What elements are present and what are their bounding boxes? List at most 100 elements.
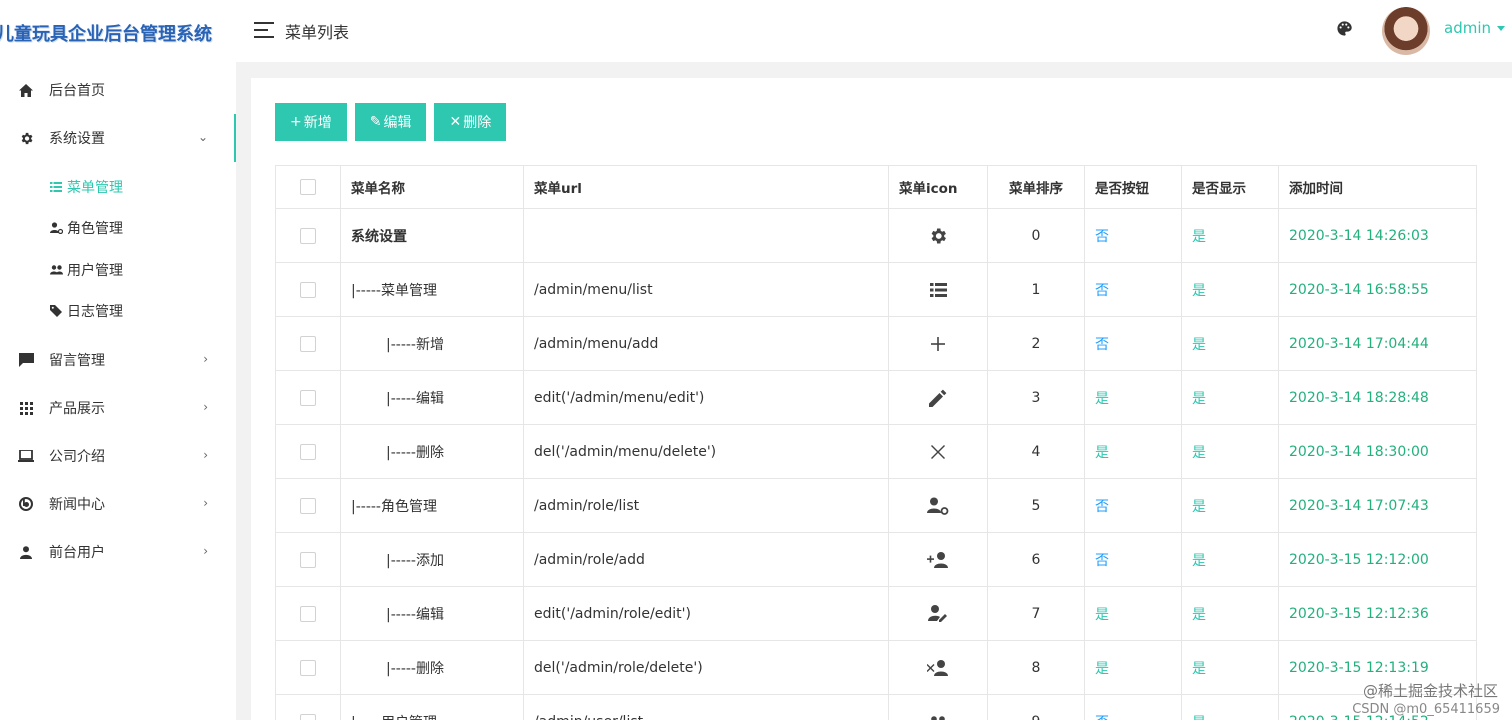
menu-order: 3	[987, 370, 1085, 425]
table-row[interactable]: |-----删除 del('/admin/menu/delete') 4 是是 2020…	[275, 424, 1477, 479]
menu-url: edit('/admin/role/edit')	[523, 586, 889, 641]
delete-button[interactable]: ✕ 删除	[434, 103, 507, 141]
created-time: 2020-3-15 12:12:36	[1278, 586, 1477, 641]
sidebar-item-label: 用户管理	[67, 262, 123, 279]
sidebar-item-products[interactable]: 产品展示 ›	[0, 384, 236, 432]
table-row[interactable]: |-----新增/admin/menu/add 2 否是 2020-3-14 17:0…	[275, 316, 1477, 371]
tag-icon	[50, 305, 63, 318]
row-checkbox[interactable]	[300, 713, 316, 720]
sidebar-item-messages[interactable]: 留言管理 ›	[0, 336, 236, 384]
gear-icon	[928, 228, 948, 244]
menu-toggle-icon[interactable]	[254, 22, 274, 38]
is-button: 否	[1084, 694, 1182, 720]
menu-order: 8	[987, 640, 1085, 695]
is-visible: 是	[1181, 640, 1279, 695]
is-visible: 是	[1181, 478, 1279, 533]
row-checkbox[interactable]	[300, 281, 316, 298]
row-checkbox[interactable]	[300, 497, 316, 514]
created-time: 2020-3-14 18:30:00	[1278, 424, 1477, 479]
sidebar-item-news[interactable]: 新闻中心 ›	[0, 480, 236, 528]
table-row[interactable]: |-----用户管理/admin/user/list9否是2020-3-15 1…	[275, 694, 1477, 720]
menu-url: /admin/menu/add	[523, 316, 889, 371]
app-logo-title[interactable]: 儿童玩具企业后台管理系统	[0, 0, 236, 66]
row-checkbox-cell	[275, 424, 341, 479]
beats-icon	[18, 496, 34, 512]
menu-icon-cell	[888, 694, 988, 720]
menu-icon-cell	[888, 262, 988, 317]
table-row[interactable]: |-----删除 del('/admin/role/delete') 8 是是 2020…	[275, 640, 1477, 695]
menu-icon-cell	[888, 640, 988, 695]
row-checkbox[interactable]	[300, 551, 316, 568]
toolbar: + 新增 ✎ 编辑 ✕ 删除	[275, 103, 507, 141]
list-icon	[929, 282, 947, 298]
menu-order: 5	[987, 478, 1085, 533]
menu-order: 2	[987, 316, 1085, 371]
created-time: 2020-3-14 14:26:03	[1278, 208, 1477, 263]
row-checkbox[interactable]	[300, 443, 316, 460]
add-button[interactable]: + 新增	[275, 103, 347, 141]
home-icon	[18, 82, 34, 98]
row-checkbox[interactable]	[300, 659, 316, 676]
menu-name: |-----新增	[340, 316, 524, 371]
chevron-right-icon: ›	[203, 544, 208, 558]
chevron-right-icon: ›	[203, 448, 208, 462]
menu-order: 4	[987, 424, 1085, 479]
table-row[interactable]: |-----编辑 edit('/admin/role/edit') 7 是是 2020-…	[275, 586, 1477, 641]
row-checkbox-cell	[275, 532, 341, 587]
is-visible: 是	[1181, 370, 1279, 425]
chevron-down-icon: ⌄	[197, 130, 208, 144]
table-row[interactable]: |-----添加/admin/role/add 6 否是 2020-3-15 12:1…	[275, 532, 1477, 587]
edit-button[interactable]: ✎ 编辑	[354, 103, 427, 141]
menu-url: /admin/role/list	[523, 478, 889, 533]
menu-url: del('/admin/menu/delete')	[523, 424, 889, 479]
palette-icon[interactable]	[1336, 20, 1353, 41]
column-header: 菜单排序	[987, 165, 1085, 209]
menu-order: 1	[987, 262, 1085, 317]
table-row[interactable]: |-----编辑 edit('/admin/menu/edit') 3 是是 2020-…	[275, 370, 1477, 425]
caret-down-icon	[1497, 26, 1505, 31]
menu-name: |-----删除	[340, 640, 524, 695]
column-header: 是否显示	[1181, 165, 1279, 209]
row-checkbox[interactable]	[300, 605, 316, 622]
user-remove-icon	[926, 659, 949, 676]
sidebar-item-system-settings[interactable]: 系统设置 ⌄	[0, 114, 236, 162]
row-checkbox[interactable]	[300, 389, 316, 406]
pencil-icon	[929, 389, 947, 407]
menu-icon-cell	[888, 586, 988, 641]
user-edit-icon	[928, 605, 948, 622]
menu-name: |-----用户管理	[340, 694, 524, 720]
sidebar-item-log-management[interactable]: 日志管理	[0, 291, 236, 333]
avatar[interactable]	[1382, 7, 1430, 55]
sidebar-item-frontend-users[interactable]: 前台用户 ›	[0, 528, 236, 576]
created-time: 2020-3-14 18:28:48	[1278, 370, 1477, 425]
sidebar-item-home[interactable]: 后台首页	[0, 66, 236, 114]
row-checkbox[interactable]	[300, 227, 316, 244]
sidebar-item-company[interactable]: 公司介绍 ›	[0, 432, 236, 480]
column-header: 菜单名称	[340, 165, 524, 209]
is-visible: 是	[1181, 532, 1279, 587]
table-row[interactable]: |-----角色管理/admin/role/list 5 否是 2020-3-14 1…	[275, 478, 1477, 533]
menu-order: 6	[987, 532, 1085, 587]
sidebar-item-role-management[interactable]: 角色管理	[0, 208, 236, 250]
menu-icon-cell	[888, 532, 988, 587]
row-checkbox-cell	[275, 262, 341, 317]
submenu-system-settings: 菜单管理 角色管理 用户管理 日志管理	[0, 162, 236, 336]
is-visible: 是	[1181, 262, 1279, 317]
menu-url: del('/admin/role/delete')	[523, 640, 889, 695]
menu-icon-cell	[888, 316, 988, 371]
select-all-checkbox[interactable]	[300, 179, 316, 195]
menu-name: |-----添加	[340, 532, 524, 587]
menu-name: 系统设置	[340, 208, 524, 263]
sidebar-item-user-management[interactable]: 用户管理	[0, 249, 236, 291]
table-row[interactable]: 系统设置 0 否是 2020-3-14 14:26:03	[275, 208, 1477, 263]
sidebar-item-menu-management[interactable]: 菜单管理	[0, 166, 236, 208]
menu-order: 0	[987, 208, 1085, 263]
user-menu[interactable]: admin	[1444, 19, 1505, 37]
close-icon	[931, 444, 945, 460]
created-time: 2020-3-14 16:58:55	[1278, 262, 1477, 317]
close-icon: ✕	[449, 114, 462, 130]
row-checkbox[interactable]	[300, 335, 316, 352]
sidebar-item-label: 日志管理	[67, 304, 123, 321]
is-button: 否	[1084, 262, 1182, 317]
table-row[interactable]: |-----菜单管理/admin/menu/list 1 否是 2020-3-14 1…	[275, 262, 1477, 317]
